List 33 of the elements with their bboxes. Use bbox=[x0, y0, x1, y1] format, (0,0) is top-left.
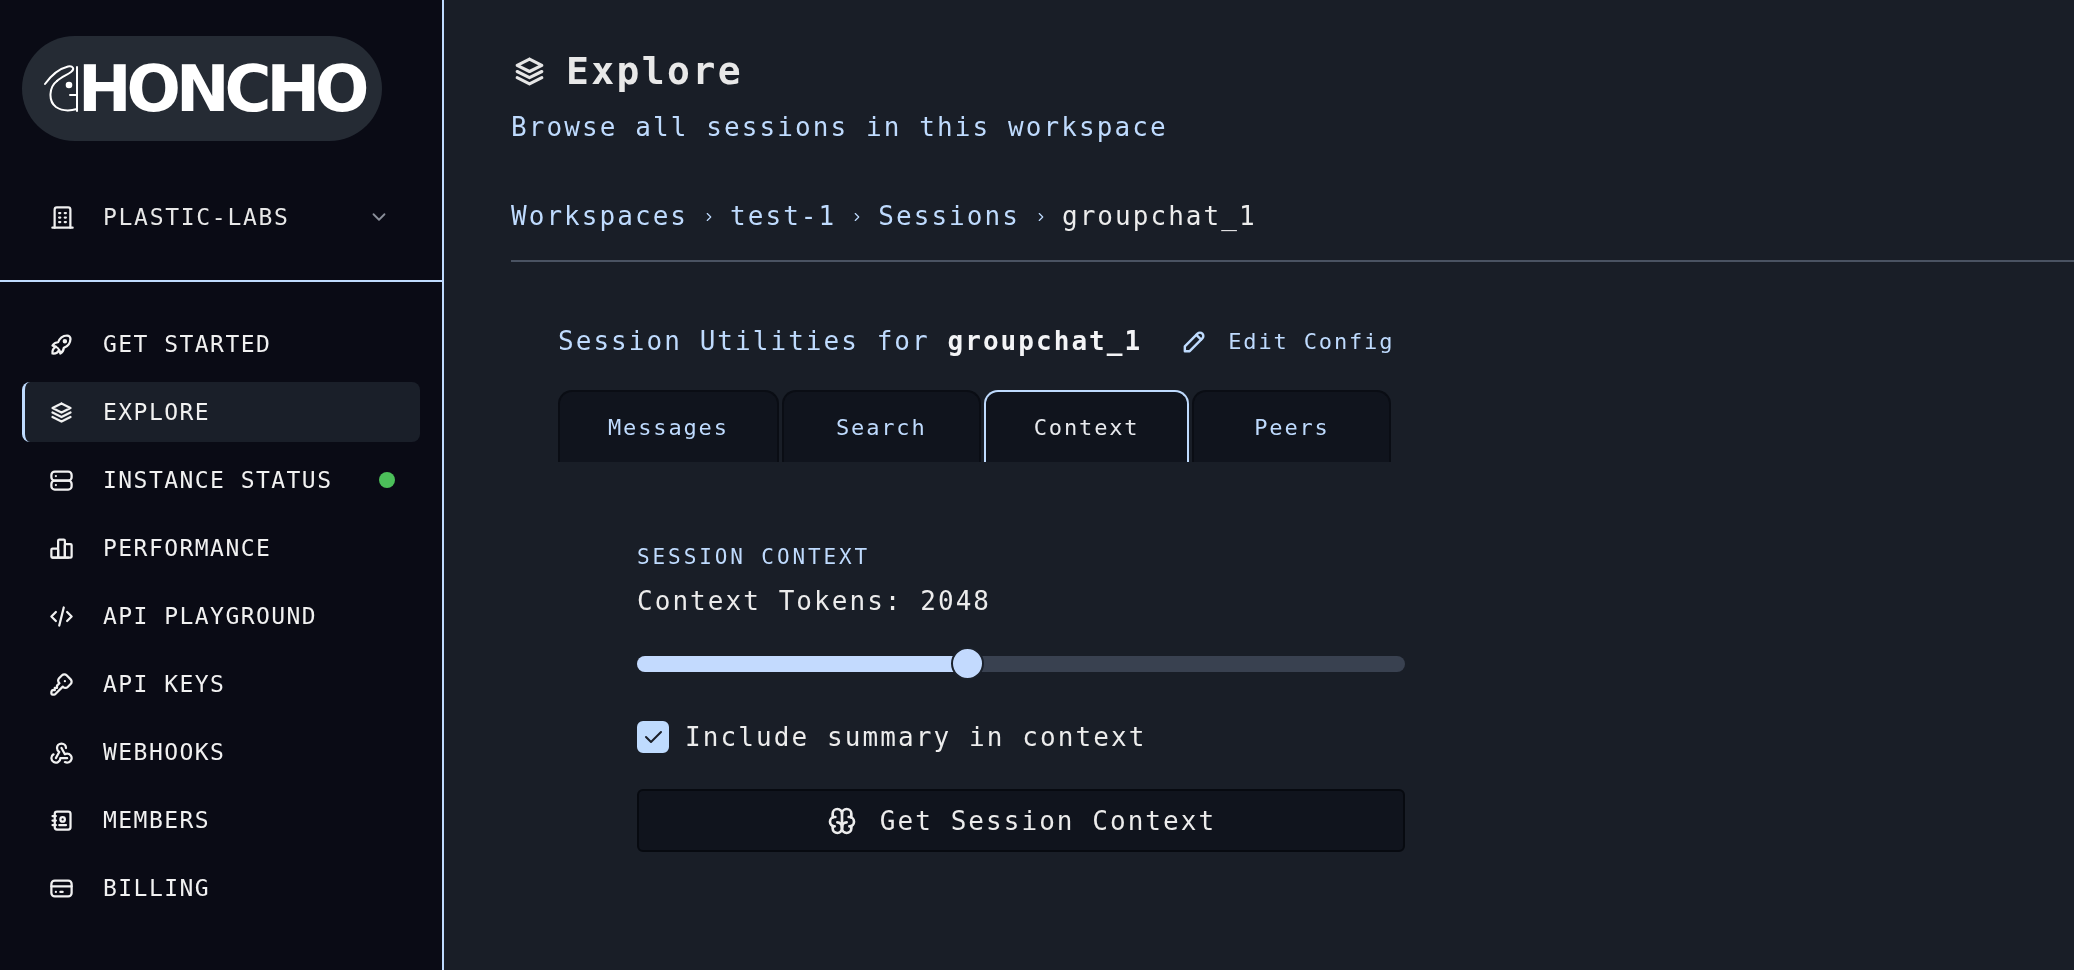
section-title: Session Utilities for groupchat_1 bbox=[558, 325, 1143, 358]
breadcrumb-link[interactable]: Workspaces bbox=[511, 199, 689, 233]
key-icon bbox=[48, 670, 75, 698]
breadcrumb-link[interactable]: Sessions bbox=[878, 199, 1020, 233]
tab[interactable]: Peers bbox=[1192, 390, 1392, 462]
nav-link[interactable]: WEBHOOKS bbox=[22, 722, 420, 782]
nav-link[interactable]: GET STARTED bbox=[22, 314, 420, 374]
nav-link[interactable]: API PLAYGROUND bbox=[22, 586, 420, 646]
get-context-button[interactable]: Get Session Context bbox=[637, 789, 1405, 852]
logo-text: HONCHO bbox=[78, 56, 365, 121]
nav-link[interactable]: MEMBERS bbox=[22, 790, 420, 850]
breadcrumb-link[interactable]: test-1 bbox=[730, 199, 837, 233]
checkbox-label: Include summary in context bbox=[685, 721, 1147, 754]
building-icon bbox=[49, 203, 76, 231]
section-heading: SESSION CONTEXT bbox=[637, 544, 871, 571]
slider-thumb[interactable] bbox=[950, 647, 984, 680]
nav-link[interactable]: EXPLORE bbox=[22, 382, 420, 442]
page-subtitle: Browse all sessions in this workspace bbox=[511, 111, 1168, 144]
page-title: Explore bbox=[566, 49, 743, 93]
nav-link[interactable]: API KEYS bbox=[22, 654, 420, 714]
nav-link[interactable]: PERFORMANCE bbox=[22, 518, 420, 578]
tokens-label: Context Tokens: 2048 bbox=[637, 585, 992, 618]
edit-config-button[interactable]: Edit Config bbox=[1180, 326, 1395, 356]
nav-link[interactable]: INSTANCE STATUS bbox=[22, 450, 420, 510]
tab[interactable]: Context bbox=[983, 390, 1190, 462]
nav-link[interactable]: BILLING bbox=[22, 858, 420, 918]
org-selector[interactable]: PLASTIC-LABS bbox=[22, 192, 420, 242]
tab[interactable]: Search bbox=[781, 390, 981, 462]
breadcrumb-current: groupchat_1 bbox=[1061, 200, 1257, 233]
checkbox[interactable] bbox=[637, 721, 669, 753]
mascot-icon bbox=[44, 65, 78, 112]
tab[interactable]: Messages bbox=[558, 390, 779, 462]
slider-track[interactable] bbox=[637, 647, 1405, 680]
